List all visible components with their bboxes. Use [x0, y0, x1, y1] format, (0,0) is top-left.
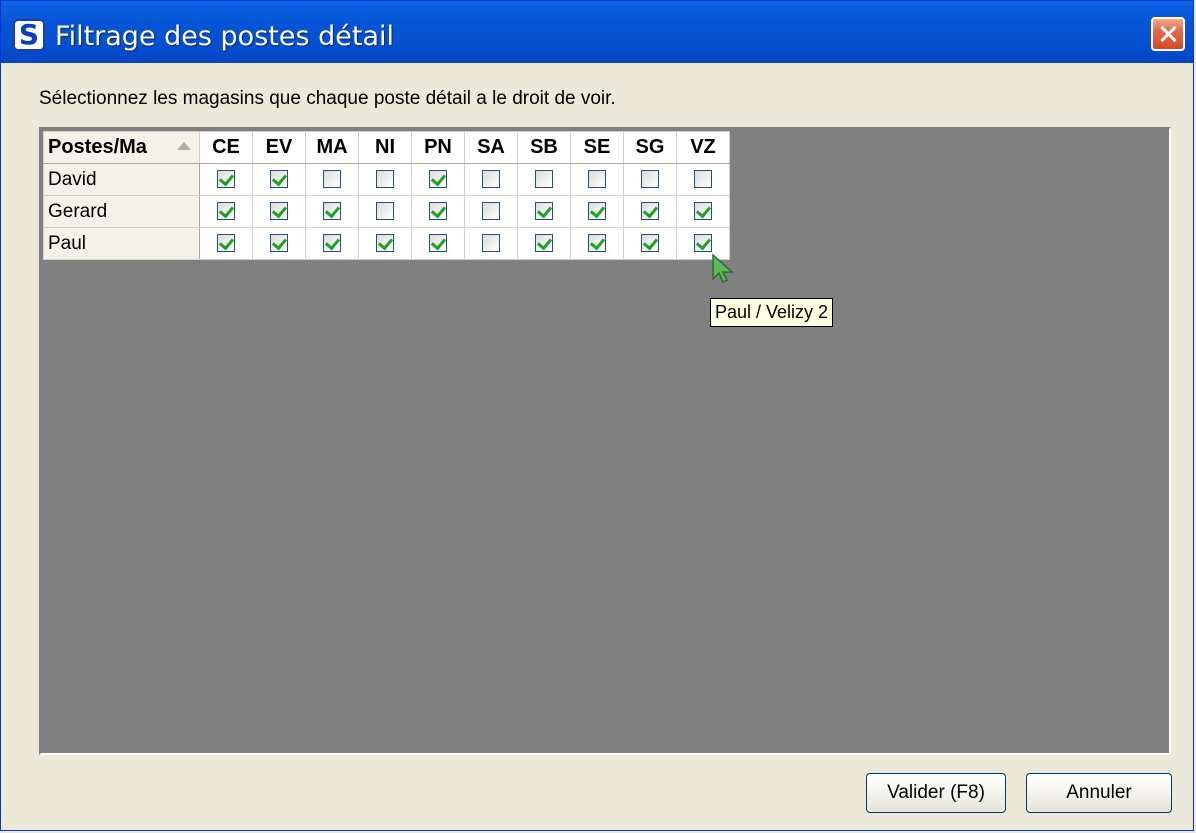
- grid-cell: [411, 163, 465, 196]
- checkbox-paul-sb[interactable]: [535, 234, 553, 253]
- checkbox-paul-ma[interactable]: [323, 234, 341, 253]
- checkbox-david-ma[interactable]: [323, 170, 341, 189]
- grid-cell: [305, 195, 359, 228]
- grid-body: David Gerard Paul: [43, 163, 730, 260]
- table-row: Paul: [43, 227, 730, 260]
- column-header-ce[interactable]: CE: [199, 131, 253, 164]
- checkbox-gerard-sa[interactable]: [482, 202, 500, 221]
- grid-cell: [252, 195, 306, 228]
- grid-cell: [517, 163, 571, 196]
- cancel-button[interactable]: Annuler: [1026, 773, 1172, 813]
- checkbox-david-ce[interactable]: [217, 170, 235, 189]
- row-header-gerard[interactable]: Gerard: [43, 195, 200, 228]
- grid-cell: [199, 163, 253, 196]
- checkbox-paul-ev[interactable]: [270, 234, 288, 253]
- grid-cell: [623, 163, 677, 196]
- checkbox-gerard-ma[interactable]: [323, 202, 341, 221]
- checkbox-david-pn[interactable]: [429, 170, 447, 189]
- grid-cell: [676, 163, 730, 196]
- checkbox-david-sg[interactable]: [641, 170, 659, 189]
- grid-cell: [411, 227, 465, 260]
- row-header-david[interactable]: David: [43, 163, 200, 196]
- row-header-label: Postes/Ma: [48, 136, 147, 158]
- checkbox-david-sb[interactable]: [535, 170, 553, 189]
- grid-cell: [570, 195, 624, 228]
- mouse-cursor-icon: [712, 253, 734, 284]
- grid-cell: [676, 195, 730, 228]
- grid-cell: [358, 227, 412, 260]
- checkbox-gerard-ce[interactable]: [217, 202, 235, 221]
- grid-header-row: Postes/Ma CE EV MA NI PN SA SB SE SG VZ: [43, 131, 730, 164]
- table-row: David: [43, 163, 730, 196]
- instruction-text: Sélectionnez les magasins que chaque pos…: [39, 88, 616, 109]
- window-title: Filtrage des postes détail: [55, 21, 394, 52]
- cell-tooltip: Paul / Velizy 2: [710, 298, 834, 327]
- grid-cell: [517, 227, 571, 260]
- checkbox-david-ev[interactable]: [270, 170, 288, 189]
- grid-cell: [358, 163, 412, 196]
- stores-grid: Postes/Ma CE EV MA NI PN SA SB SE SG VZ David Gera…: [43, 131, 730, 260]
- column-header-ma[interactable]: MA: [305, 131, 359, 164]
- column-header-vz[interactable]: VZ: [676, 131, 730, 164]
- grid-cell: [464, 195, 518, 228]
- row-header-column[interactable]: Postes/Ma: [43, 131, 200, 164]
- grid-cell: [570, 227, 624, 260]
- grid-container: Postes/Ma CE EV MA NI PN SA SB SE SG VZ David Gera…: [39, 127, 1171, 755]
- column-header-sg[interactable]: SG: [623, 131, 677, 164]
- column-header-se[interactable]: SE: [570, 131, 624, 164]
- column-header-ev[interactable]: EV: [252, 131, 306, 164]
- checkbox-paul-sg[interactable]: [641, 234, 659, 253]
- grid-cell: [570, 163, 624, 196]
- sort-ascending-icon: [177, 142, 191, 150]
- column-header-sb[interactable]: SB: [517, 131, 571, 164]
- checkbox-gerard-ni[interactable]: [376, 202, 394, 221]
- checkbox-gerard-se[interactable]: [588, 202, 606, 221]
- grid-cell: [464, 163, 518, 196]
- table-row: Gerard: [43, 195, 730, 228]
- grid-cell: [517, 195, 571, 228]
- checkbox-paul-ni[interactable]: [376, 234, 394, 253]
- checkbox-paul-vz[interactable]: [694, 234, 712, 253]
- close-button[interactable]: [1151, 17, 1185, 51]
- grid-cell: [411, 195, 465, 228]
- dialog-window: S Filtrage des postes détail Sélectionne…: [0, 0, 1194, 831]
- checkbox-paul-sa[interactable]: [482, 234, 500, 253]
- grid-cell: [623, 227, 677, 260]
- grid-cell: [358, 195, 412, 228]
- checkbox-paul-se[interactable]: [588, 234, 606, 253]
- title-bar[interactable]: S Filtrage des postes détail: [1, 1, 1193, 63]
- column-header-pn[interactable]: PN: [411, 131, 465, 164]
- validate-button[interactable]: Valider (F8): [866, 773, 1006, 813]
- checkbox-gerard-ev[interactable]: [270, 202, 288, 221]
- grid-cell: [305, 227, 359, 260]
- checkbox-gerard-vz[interactable]: [694, 202, 712, 221]
- checkbox-gerard-sb[interactable]: [535, 202, 553, 221]
- checkbox-david-sa[interactable]: [482, 170, 500, 189]
- app-logo-icon: S: [13, 19, 45, 51]
- grid-cell: [252, 163, 306, 196]
- grid-cell: [464, 227, 518, 260]
- checkbox-gerard-sg[interactable]: [641, 202, 659, 221]
- grid-cell: [199, 227, 253, 260]
- checkbox-david-ni[interactable]: [376, 170, 394, 189]
- grid-cell: [623, 195, 677, 228]
- grid-cell: [252, 227, 306, 260]
- checkbox-david-se[interactable]: [588, 170, 606, 189]
- grid-cell: [305, 163, 359, 196]
- checkbox-paul-ce[interactable]: [217, 234, 235, 253]
- column-header-ni[interactable]: NI: [358, 131, 412, 164]
- checkbox-david-vz[interactable]: [694, 170, 712, 189]
- column-header-sa[interactable]: SA: [464, 131, 518, 164]
- row-header-paul[interactable]: Paul: [43, 227, 200, 260]
- grid-cell: [199, 195, 253, 228]
- checkbox-gerard-pn[interactable]: [429, 202, 447, 221]
- checkbox-paul-pn[interactable]: [429, 234, 447, 253]
